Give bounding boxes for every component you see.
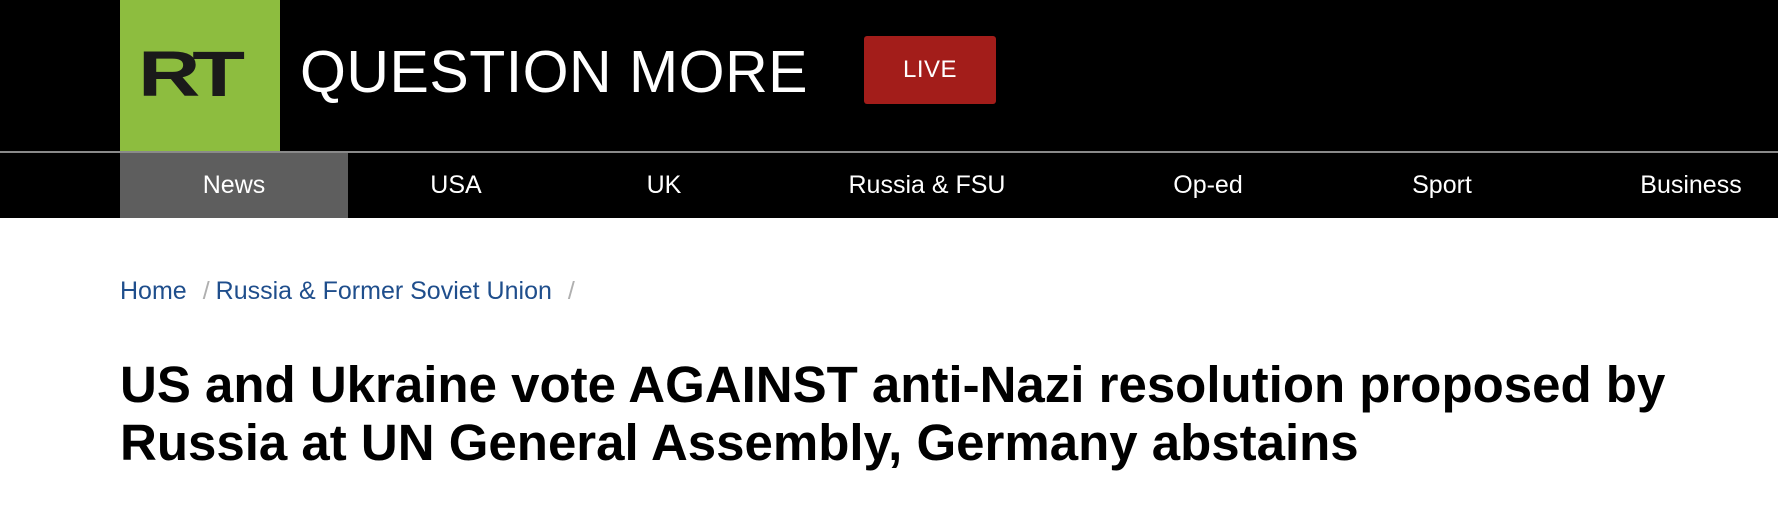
breadcrumb-russia-fsu[interactable]: Russia & Former Soviet Union: [216, 277, 552, 306]
live-button[interactable]: LIVE: [864, 36, 996, 104]
breadcrumb-separator: /: [567, 276, 575, 305]
nav-item-business[interactable]: Business: [1628, 153, 1754, 218]
top-header: RT QUESTION MORE LIVE: [0, 0, 1778, 152]
nav-item-russia-fsu[interactable]: Russia & FSU: [832, 153, 1022, 218]
breadcrumb-separator: /: [202, 276, 210, 305]
breadcrumb-home[interactable]: Home: [120, 277, 187, 306]
nav-item-news[interactable]: News: [120, 153, 348, 218]
breadcrumb: Home / Russia & Former Soviet Union /: [120, 274, 581, 308]
nav-item-op-ed[interactable]: Op-ed: [1158, 153, 1258, 218]
article-headline: US and Ukraine vote AGAINST anti-Nazi re…: [120, 356, 1666, 471]
tagline: QUESTION MORE: [300, 39, 809, 105]
main-nav: News USA UK Russia & FSU Op-ed Sport Bus…: [0, 153, 1778, 218]
nav-item-usa[interactable]: USA: [400, 153, 512, 218]
nav-item-uk[interactable]: UK: [620, 153, 708, 218]
rt-logo[interactable]: RT: [120, 0, 280, 152]
logo-text: RT: [138, 38, 245, 110]
nav-item-sport[interactable]: Sport: [1392, 153, 1492, 218]
